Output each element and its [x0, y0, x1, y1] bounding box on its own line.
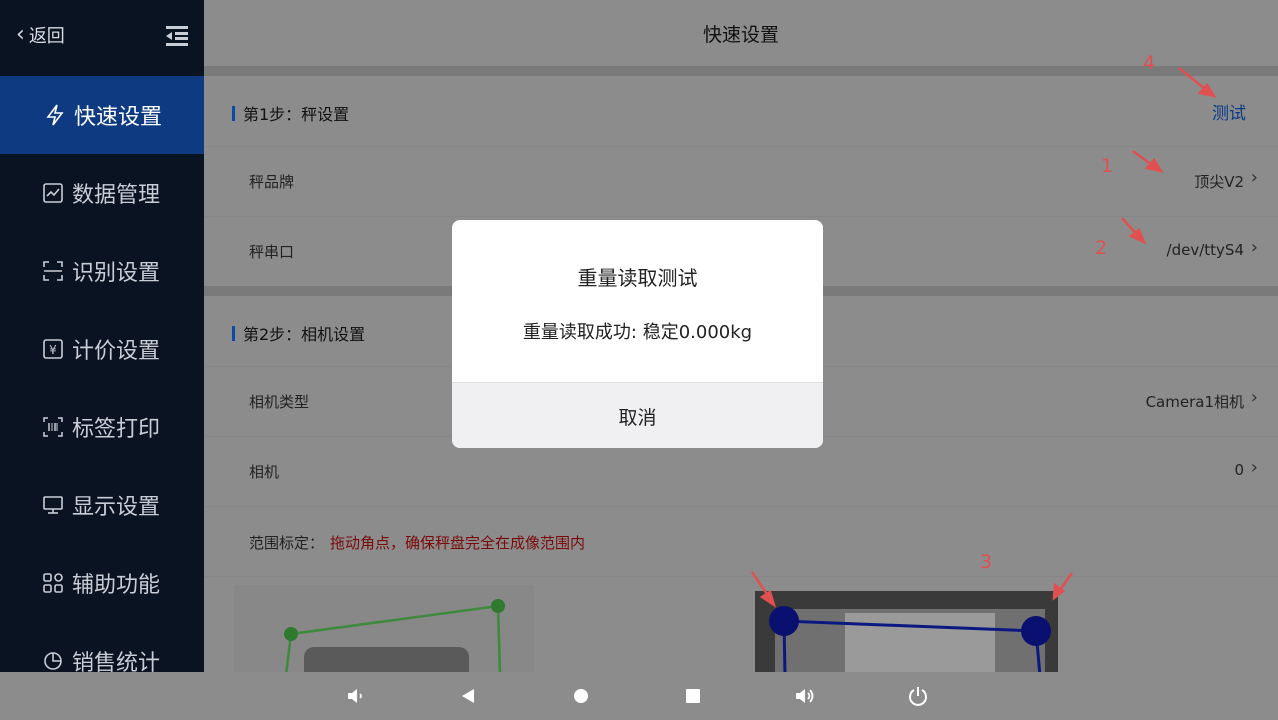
volume-down-icon[interactable] [344, 684, 368, 708]
dialog-message: 重量读取成功: 稳定0.000kg [522, 322, 753, 343]
back-nav-icon[interactable] [456, 684, 480, 708]
dialog-title: 重量读取测试 [577, 266, 698, 290]
weight-test-dialog: 重量读取测试 重量读取成功: 稳定0.000kg 取消 [452, 220, 823, 448]
cancel-button[interactable]: 取消 [452, 382, 823, 448]
recents-nav-icon[interactable] [681, 684, 705, 708]
system-nav-bar [0, 672, 1278, 720]
power-icon[interactable] [906, 684, 930, 708]
home-nav-icon[interactable] [569, 684, 593, 708]
volume-up-icon[interactable] [793, 684, 817, 708]
